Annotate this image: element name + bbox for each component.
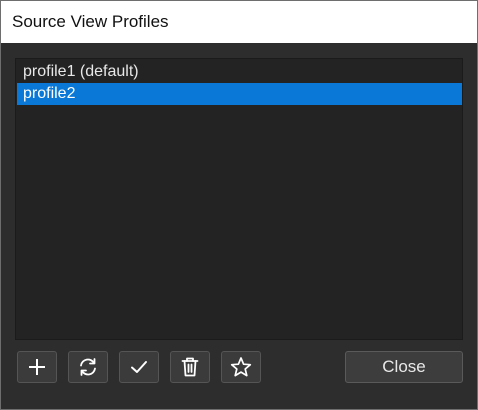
plus-icon [27, 357, 47, 377]
list-item-profile1[interactable]: profile1 (default) [17, 61, 462, 83]
star-icon [230, 356, 252, 378]
window-title: Source View Profiles [12, 12, 169, 31]
list-item-label: profile2 [23, 85, 76, 102]
delete-profile-button[interactable] [170, 351, 210, 383]
source-view-profiles-dialog: Source View Profiles profile1 (default) … [0, 0, 478, 410]
dialog-footer [1, 397, 477, 409]
add-profile-button[interactable] [17, 351, 57, 383]
list-item-profile2[interactable]: profile2 [17, 83, 462, 105]
title-bar: Source View Profiles [1, 1, 477, 43]
list-item-label: profile1 (default) [23, 63, 139, 80]
profiles-list[interactable]: profile1 (default) profile2 [15, 58, 463, 340]
refresh-icon [77, 356, 99, 378]
trash-icon [180, 356, 200, 378]
apply-profile-button[interactable] [119, 351, 159, 383]
set-default-profile-button[interactable] [221, 351, 261, 383]
checkmark-icon [129, 357, 149, 377]
refresh-profile-button[interactable] [68, 351, 108, 383]
close-button[interactable]: Close [345, 351, 463, 383]
